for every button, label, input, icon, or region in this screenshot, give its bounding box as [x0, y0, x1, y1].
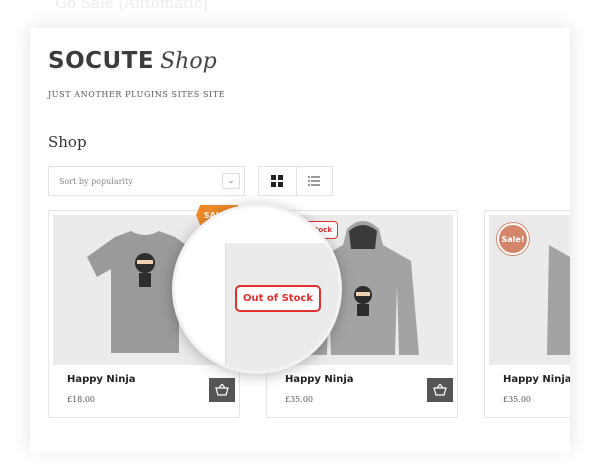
sort-selected-value: Sort by popularity: [59, 176, 133, 186]
list-view-button[interactable]: [295, 167, 333, 195]
site-tagline: JUST ANOTHER PLUGINS SITES SITE: [48, 90, 226, 99]
product-price: £35.00: [503, 395, 531, 404]
ghost-header-title: Go Sale [Automatic]: [55, 0, 209, 12]
chevron-down-icon[interactable]: ⌄: [222, 173, 240, 189]
grid-icon: [271, 175, 284, 187]
grid-view-button[interactable]: [259, 167, 296, 195]
logo-main-text: SOCUTE: [48, 48, 155, 74]
product-name[interactable]: Happy Ninja: [285, 374, 354, 385]
product-price: £18.00: [67, 395, 95, 404]
basket-icon: [215, 384, 229, 396]
shop-page: SOCUTE Shop JUST ANOTHER PLUGINS SITES S…: [30, 28, 570, 453]
add-to-cart-button[interactable]: [427, 378, 453, 402]
view-toggle: [258, 166, 333, 196]
zoomed-card-border: [225, 243, 226, 371]
product-card[interactable]: Sale! Happy Ninja #2 £35.00: [484, 210, 570, 418]
list-icon: [308, 176, 321, 186]
sale-circle-badge: Sale!: [497, 223, 529, 255]
page-title: Shop: [48, 133, 87, 151]
sort-select[interactable]: Sort by popularity ⌄: [48, 166, 245, 196]
logo-script-text: Shop: [160, 49, 217, 74]
product-price: £35.00: [285, 395, 313, 404]
product-name[interactable]: Happy Ninja #2: [503, 374, 570, 385]
product-name[interactable]: Happy Ninja: [67, 374, 136, 385]
site-logo[interactable]: SOCUTE Shop: [48, 48, 217, 74]
product-image-hoodie[interactable]: Sale!: [489, 215, 570, 365]
zoomed-out-of-stock-badge: Out of Stock: [235, 285, 322, 312]
zoom-magnifier: Out of Stock: [172, 204, 342, 374]
add-to-cart-button[interactable]: [209, 378, 235, 402]
basket-icon: [433, 384, 447, 396]
